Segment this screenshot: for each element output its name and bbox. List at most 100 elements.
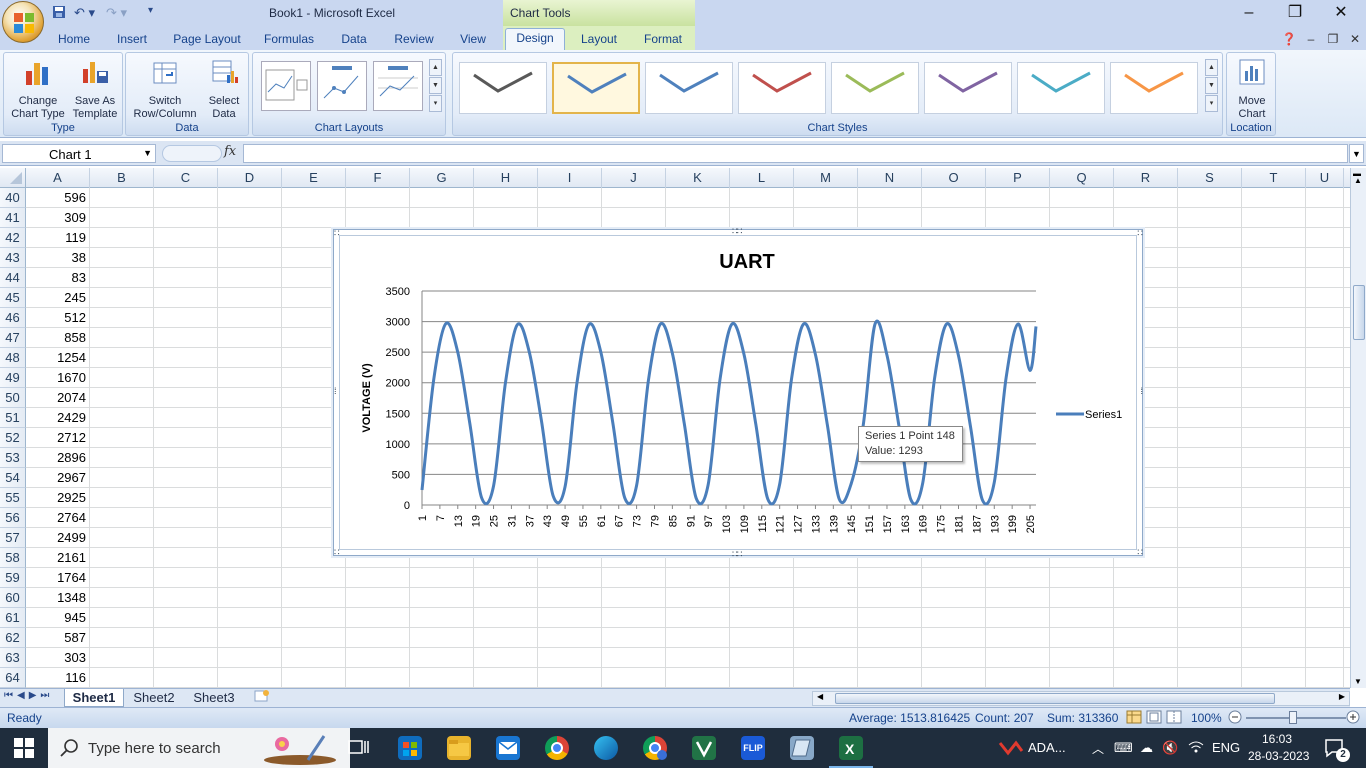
horizontal-scroll-thumb[interactable] (835, 693, 1275, 704)
tab-data[interactable]: Data (335, 30, 373, 50)
onedrive-cloud-icon[interactable]: ☁ (1140, 740, 1153, 756)
column-header-j[interactable]: J (602, 168, 666, 188)
row-header[interactable]: 46 (0, 308, 26, 328)
row-header[interactable]: 40 (0, 188, 26, 208)
cell-a-value[interactable]: 303 (26, 648, 89, 668)
tab-review[interactable]: Review (390, 30, 438, 50)
cell-a-value[interactable]: 512 (26, 308, 89, 328)
tab-design[interactable]: Design (505, 28, 565, 50)
save-as-template-button[interactable]: Save As Template (68, 57, 122, 121)
cell-a-value[interactable]: 596 (26, 188, 89, 208)
cell-a-value[interactable]: 2074 (26, 388, 89, 408)
column-header-h[interactable]: H (474, 168, 538, 188)
minimize-icon[interactable]: – (1234, 3, 1264, 23)
file-explorer-icon[interactable] (447, 736, 471, 760)
microsoft-store-icon[interactable] (398, 736, 422, 760)
ribbon-close-icon[interactable]: ✕ (1346, 30, 1364, 50)
cell-a-value[interactable]: 116 (26, 668, 89, 688)
horizontal-scrollbar[interactable]: ◀ ▶ (812, 691, 1350, 706)
row-header[interactable]: 49 (0, 368, 26, 388)
row-header[interactable]: 53 (0, 448, 26, 468)
row-header[interactable]: 51 (0, 408, 26, 428)
scroll-down-icon[interactable]: ▼ (1354, 677, 1362, 686)
cell-a-value[interactable]: 309 (26, 208, 89, 228)
name-box-dropdown-icon[interactable]: ▼ (143, 148, 152, 158)
styles-scroll-down-icon[interactable]: ▼ (1205, 77, 1218, 94)
column-header-i[interactable]: I (538, 168, 602, 188)
tab-home[interactable]: Home (54, 30, 94, 50)
normal-view-icon[interactable] (1126, 710, 1142, 727)
cell-a-value[interactable]: 38 (26, 248, 89, 268)
cell-a-value[interactable]: 1764 (26, 568, 89, 588)
clock-date[interactable]: 28-03-2023 (1248, 749, 1309, 763)
save-icon[interactable] (52, 5, 66, 21)
styles-scroll-up-icon[interactable]: ▲ (1205, 59, 1218, 76)
sheet-tab-sheet1[interactable]: Sheet1 (64, 689, 124, 707)
column-header-f[interactable]: F (346, 168, 410, 188)
tray-chevron-up-icon[interactable]: ︿ (1092, 740, 1104, 757)
close-icon[interactable]: ✕ (1326, 3, 1356, 23)
row-header[interactable]: 50 (0, 388, 26, 408)
tray-app-label[interactable]: ADA... (1028, 740, 1066, 755)
page-break-view-icon[interactable] (1166, 710, 1182, 727)
ribbon-restore-icon[interactable]: ❐ (1324, 30, 1342, 50)
row-header[interactable]: 42 (0, 228, 26, 248)
row-header[interactable]: 64 (0, 668, 26, 688)
chrome-profile-icon[interactable] (643, 736, 667, 760)
switch-row-column-button[interactable]: Switch Row/Column (130, 57, 200, 121)
column-header-o[interactable]: O (922, 168, 986, 188)
row-header[interactable]: 59 (0, 568, 26, 588)
change-chart-type-button[interactable]: Change Chart Type (8, 57, 68, 121)
chart-style-4[interactable] (738, 62, 826, 114)
task-view-icon[interactable] (348, 738, 370, 761)
cell-a-value[interactable]: 83 (26, 268, 89, 288)
chart-style-6[interactable] (924, 62, 1012, 114)
sheet-tab-sheet2[interactable]: Sheet2 (126, 689, 182, 707)
name-box[interactable]: Chart 1 ▼ (2, 144, 156, 163)
zoom-slider-thumb[interactable] (1289, 711, 1297, 724)
vivado-icon[interactable] (692, 736, 716, 760)
cell-a-value[interactable]: 245 (26, 288, 89, 308)
office-button[interactable] (2, 1, 44, 43)
cell-a-value[interactable]: 945 (26, 608, 89, 628)
tab-format[interactable]: Format (638, 30, 688, 50)
column-header-r[interactable]: R (1114, 168, 1178, 188)
cell-a-value[interactable]: 2712 (26, 428, 89, 448)
cell-a-value[interactable]: 858 (26, 328, 89, 348)
cell-a-value[interactable]: 2967 (26, 468, 89, 488)
restore-icon[interactable]: ❐ (1280, 3, 1310, 23)
select-data-button[interactable]: Select Data (202, 57, 246, 121)
notepad-app-icon[interactable] (790, 736, 814, 760)
chart-layout-2[interactable] (317, 61, 367, 111)
resize-handle-bottom[interactable]: ∷∷ (732, 550, 743, 559)
column-header-u[interactable]: U (1306, 168, 1344, 188)
zoom-in-icon[interactable] (1346, 710, 1360, 727)
layouts-more-icon[interactable]: ▾ (429, 95, 442, 112)
cell-a-value[interactable]: 1254 (26, 348, 89, 368)
column-header-e[interactable]: E (282, 168, 346, 188)
chart-style-3[interactable] (645, 62, 733, 114)
chart-object[interactable]: ∷ ∷∷ ∷ ⁞ ⁞ ∷ ∷∷ ∷ UART 0 500 1000 1500 2000 25… (333, 227, 1143, 559)
layouts-scroll-down-icon[interactable]: ▼ (429, 77, 442, 94)
vertical-scrollbar[interactable]: ▬ ▲ ▼ (1350, 168, 1366, 688)
column-header-q[interactable]: Q (1050, 168, 1114, 188)
chart-layout-3[interactable] (373, 61, 423, 111)
customize-qat-icon[interactable]: ▾ (148, 5, 153, 21)
row-header[interactable]: 43 (0, 248, 26, 268)
zoom-level[interactable]: 100% (1191, 711, 1222, 725)
tab-layout[interactable]: Layout (576, 30, 622, 50)
tab-insert[interactable]: Insert (111, 30, 153, 50)
row-header[interactable]: 48 (0, 348, 26, 368)
cell-a-value[interactable]: 1348 (26, 588, 89, 608)
tab-view[interactable]: View (453, 30, 493, 50)
page-layout-view-icon[interactable] (1146, 710, 1162, 727)
column-header-g[interactable]: G (410, 168, 474, 188)
cell-a-value[interactable]: 587 (26, 628, 89, 648)
chart-style-8[interactable] (1110, 62, 1198, 114)
chart-area[interactable]: UART 0 500 1000 1500 2000 2500 3000 3500 VOLTAGE … (339, 235, 1137, 550)
chart-layout-1[interactable] (261, 61, 311, 111)
cell-a-value[interactable]: 1670 (26, 368, 89, 388)
scroll-right-icon[interactable]: ▶ (1339, 692, 1345, 701)
layouts-scroll-up-icon[interactable]: ▲ (429, 59, 442, 76)
column-header-s[interactable]: S (1178, 168, 1242, 188)
